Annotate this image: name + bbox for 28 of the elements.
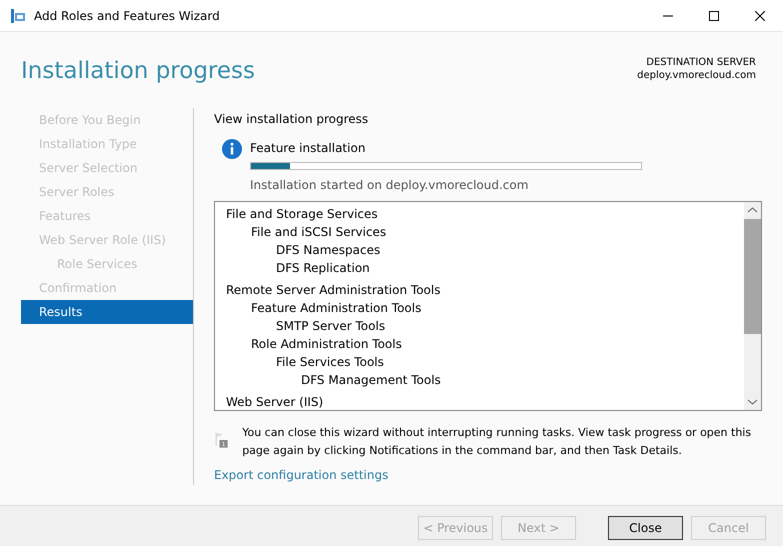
window-title: Add Roles and Features Wizard xyxy=(34,8,221,22)
feature-item: DFS Management Tools xyxy=(301,372,441,389)
wizard-app-icon xyxy=(10,8,26,24)
wizard-button[interactable]: Close xyxy=(608,516,683,540)
close-icon[interactable] xyxy=(755,10,765,20)
section-heading: View installation progress xyxy=(214,112,370,126)
feature-item: Feature Administration Tools xyxy=(251,300,422,317)
destination-server-name: deploy.vmorecloud.com xyxy=(637,69,756,82)
maximize-icon[interactable] xyxy=(709,10,719,20)
status-title: Feature installation xyxy=(250,140,366,157)
feature-item: File Services Tools xyxy=(276,354,384,371)
scrollbar[interactable] xyxy=(744,202,761,410)
feature-item: File and Storage Services xyxy=(226,206,378,223)
feature-item: Remote Server Administration Tools xyxy=(226,282,440,299)
scrollbar-thumb[interactable] xyxy=(744,219,761,334)
feature-item: DFS Namespaces xyxy=(276,242,380,259)
wizard-step[interactable]: Results xyxy=(21,300,193,324)
page-title: Installation progress xyxy=(21,58,255,86)
status-message: Installation started on deploy.vmorecloud.com xyxy=(250,178,530,192)
feature-item: Web Server (IIS) xyxy=(226,394,324,411)
feature-item: DFS Replication xyxy=(276,260,370,277)
destination-server-label: DESTINATION SERVER xyxy=(646,56,756,69)
info-note: You can close this wizard without interrupting running tasks. View task progress or open this page again by clicking Notifications in the command bar, and then Task Details. xyxy=(242,425,752,459)
export-settings-link[interactable]: Export configuration settings xyxy=(214,468,388,482)
feature-item: Role Administration Tools xyxy=(251,336,402,353)
info-icon xyxy=(222,139,242,159)
feature-item: File and iSCSI Services xyxy=(251,224,386,241)
feature-item: SMTP Server Tools xyxy=(276,318,386,335)
